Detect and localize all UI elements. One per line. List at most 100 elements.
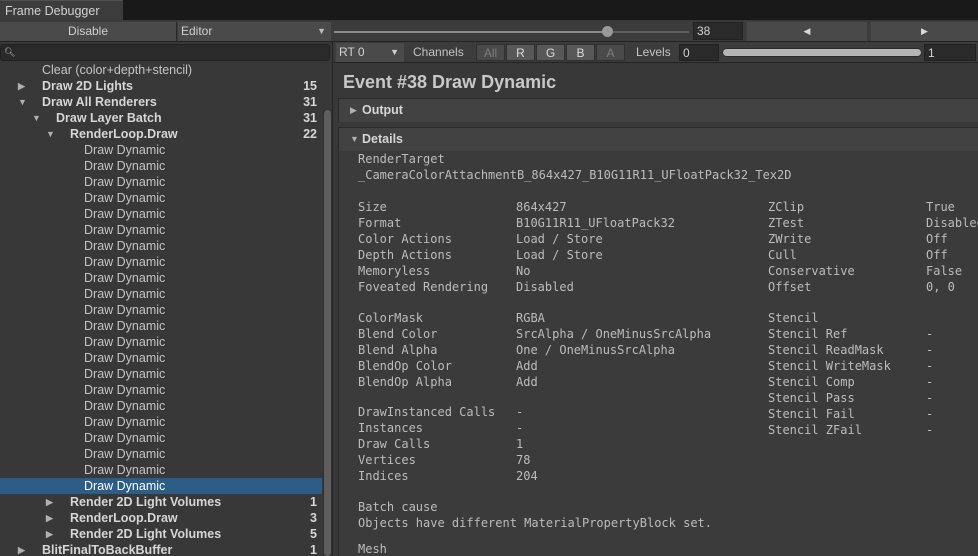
stat-key: Instances <box>358 421 424 435</box>
tree-row[interactable]: Draw Dynamic <box>0 222 322 238</box>
details-section-header[interactable]: ▼ Details <box>338 127 978 151</box>
channels-label: Channels <box>413 45 464 59</box>
tree-row[interactable]: ▼ RenderLoop.Draw 22 <box>0 126 322 142</box>
tree-row[interactable]: Clear (color+depth+stencil) <box>0 62 322 78</box>
event-slider[interactable] <box>334 26 689 37</box>
tree-row-label: Draw Dynamic <box>84 239 166 253</box>
stat-value: - <box>516 405 524 419</box>
render-target-value: _CameraColorAttachmentB_864x427_B10G11R1… <box>358 168 792 182</box>
tree-row-label: Draw Dynamic <box>84 319 166 333</box>
tree-scrollbar[interactable] <box>323 110 332 556</box>
tree-row[interactable]: Draw Dynamic <box>0 142 322 158</box>
tree-row-selected[interactable]: Draw Dynamic <box>0 478 322 494</box>
triangle-right-icon[interactable]: ▶ <box>46 494 55 510</box>
levels-min-field[interactable]: 0 <box>679 44 719 61</box>
levels-range-slider[interactable] <box>722 48 922 57</box>
tree-row[interactable]: Draw Dynamic <box>0 350 322 366</box>
tree-row[interactable]: Draw Dynamic <box>0 366 322 382</box>
triangle-right-icon[interactable]: ▶ <box>46 526 55 542</box>
triangle-right-icon[interactable]: ▶ <box>18 78 27 94</box>
tree-row[interactable]: Draw Dynamic <box>0 270 322 286</box>
stencil-key: Stencil Ref <box>768 327 848 341</box>
detail-value: Disabled <box>516 280 574 294</box>
event-slider-thumb[interactable] <box>602 26 614 37</box>
detail-key: Color Actions <box>358 232 452 246</box>
tree-row[interactable]: ▼ Draw All Renderers 31 <box>0 94 322 110</box>
prev-event-button[interactable]: ◀ <box>747 22 867 41</box>
blend-key: ColorMask <box>358 311 424 325</box>
render-target-dropdown[interactable]: RT 0 ▼ <box>336 43 404 62</box>
stencil-value: - <box>926 375 934 389</box>
detail-value: B10G11R11_UFloatPack32 <box>516 216 675 230</box>
triangle-down-icon[interactable]: ▼ <box>46 126 55 142</box>
tree-row[interactable]: ▶ RenderLoop.Draw 3 <box>0 510 322 526</box>
channel-g-button[interactable]: G <box>536 44 565 61</box>
stencil-value: - <box>926 343 934 357</box>
tree-row[interactable]: Draw Dynamic <box>0 158 322 174</box>
triangle-right-icon[interactable]: ▶ <box>18 542 27 556</box>
tree-row[interactable]: Draw Dynamic <box>0 430 322 446</box>
stat-key: Vertices <box>358 453 416 467</box>
tree-row[interactable]: Draw Dynamic <box>0 398 322 414</box>
triangle-down-icon: ▼ <box>350 134 359 144</box>
tree-row-label: Draw Dynamic <box>84 479 166 493</box>
tree-row-count: 1 <box>310 543 317 556</box>
tree-row[interactable]: Draw Dynamic <box>0 414 322 430</box>
event-hierarchy-panel: 🔍︎ Clear (color+depth+stencil) ▶ Draw 2D L… <box>0 42 333 556</box>
tree-row[interactable]: Draw Dynamic <box>0 174 322 190</box>
levels-label: Levels <box>636 45 671 59</box>
channel-a-button[interactable]: A <box>596 44 625 61</box>
tree-row-count: 3 <box>310 511 317 525</box>
disable-button[interactable]: Disable <box>0 22 177 41</box>
blend-value: SrcAlpha / OneMinusSrcAlpha <box>516 327 712 341</box>
channel-all-button[interactable]: All <box>476 44 505 61</box>
tree-row[interactable]: ▶ Render 2D Light Volumes 5 <box>0 526 322 542</box>
levels-max-field[interactable]: 1 <box>924 44 976 61</box>
triangle-right-icon[interactable]: ▶ <box>46 510 55 526</box>
blend-value: One / OneMinusSrcAlpha <box>516 343 675 357</box>
tree-row[interactable]: Draw Dynamic <box>0 382 322 398</box>
tree-row[interactable]: Draw Dynamic <box>0 206 322 222</box>
tree-row[interactable]: ▶ Draw 2D Lights 15 <box>0 78 322 94</box>
triangle-down-icon[interactable]: ▼ <box>32 110 41 126</box>
output-section-header[interactable]: ▶ Output <box>338 98 978 122</box>
window-tab-strip: Frame Debugger <box>0 0 978 20</box>
tree-row[interactable]: ▶ Render 2D Light Volumes 1 <box>0 494 322 510</box>
search-field[interactable]: 🔍︎ <box>0 44 330 61</box>
triangle-down-icon[interactable]: ▼ <box>18 94 27 110</box>
tree-row[interactable]: Draw Dynamic <box>0 318 322 334</box>
tree-row-label: Draw Dynamic <box>84 223 166 237</box>
channel-b-button[interactable]: B <box>566 44 595 61</box>
tree-row[interactable]: Draw Dynamic <box>0 302 322 318</box>
frame-debugger-tab[interactable]: Frame Debugger <box>0 0 123 20</box>
tree-row-label: Draw Dynamic <box>84 399 166 413</box>
tree-row[interactable]: Draw Dynamic <box>0 238 322 254</box>
tree-row-label: Clear (color+depth+stencil) <box>42 63 193 77</box>
tree-row[interactable]: ▼ Draw Layer Batch 31 <box>0 110 322 126</box>
state-key: ZClip <box>768 200 805 214</box>
tree-row-count: 1 <box>310 495 317 509</box>
stencil-value: - <box>926 407 934 421</box>
state-key: ZWrite <box>768 232 812 246</box>
tree-row[interactable]: Draw Dynamic <box>0 462 322 478</box>
event-index-field[interactable]: 38 <box>693 22 743 40</box>
tree-row-label: Draw All Renderers <box>42 95 157 109</box>
state-value: Disabled <box>926 216 978 230</box>
detail-key: Depth Actions <box>358 248 452 262</box>
next-event-button[interactable]: ▶ <box>871 22 978 41</box>
tree-row[interactable]: Draw Dynamic <box>0 286 322 302</box>
stat-key: DrawInstanced Calls <box>358 405 496 419</box>
target-dropdown[interactable]: Editor ▼ <box>178 22 331 41</box>
tree-row[interactable]: Draw Dynamic <box>0 334 322 350</box>
tree-row[interactable]: Draw Dynamic <box>0 254 322 270</box>
tree-row-label: RenderLoop.Draw <box>70 511 178 525</box>
channel-r-button[interactable]: R <box>506 44 535 61</box>
tree-row[interactable]: Draw Dynamic <box>0 190 322 206</box>
tree-row-label: Draw Dynamic <box>84 255 166 269</box>
tree-row[interactable]: ▶ BlitFinalToBackBuffer 1 <box>0 542 322 556</box>
stencil-value: - <box>926 359 934 373</box>
detail-key: Format <box>358 216 402 230</box>
tree-scrollbar-thumb[interactable] <box>324 110 331 556</box>
tree-row[interactable]: Draw Dynamic <box>0 446 322 462</box>
blend-value: Add <box>516 359 538 373</box>
